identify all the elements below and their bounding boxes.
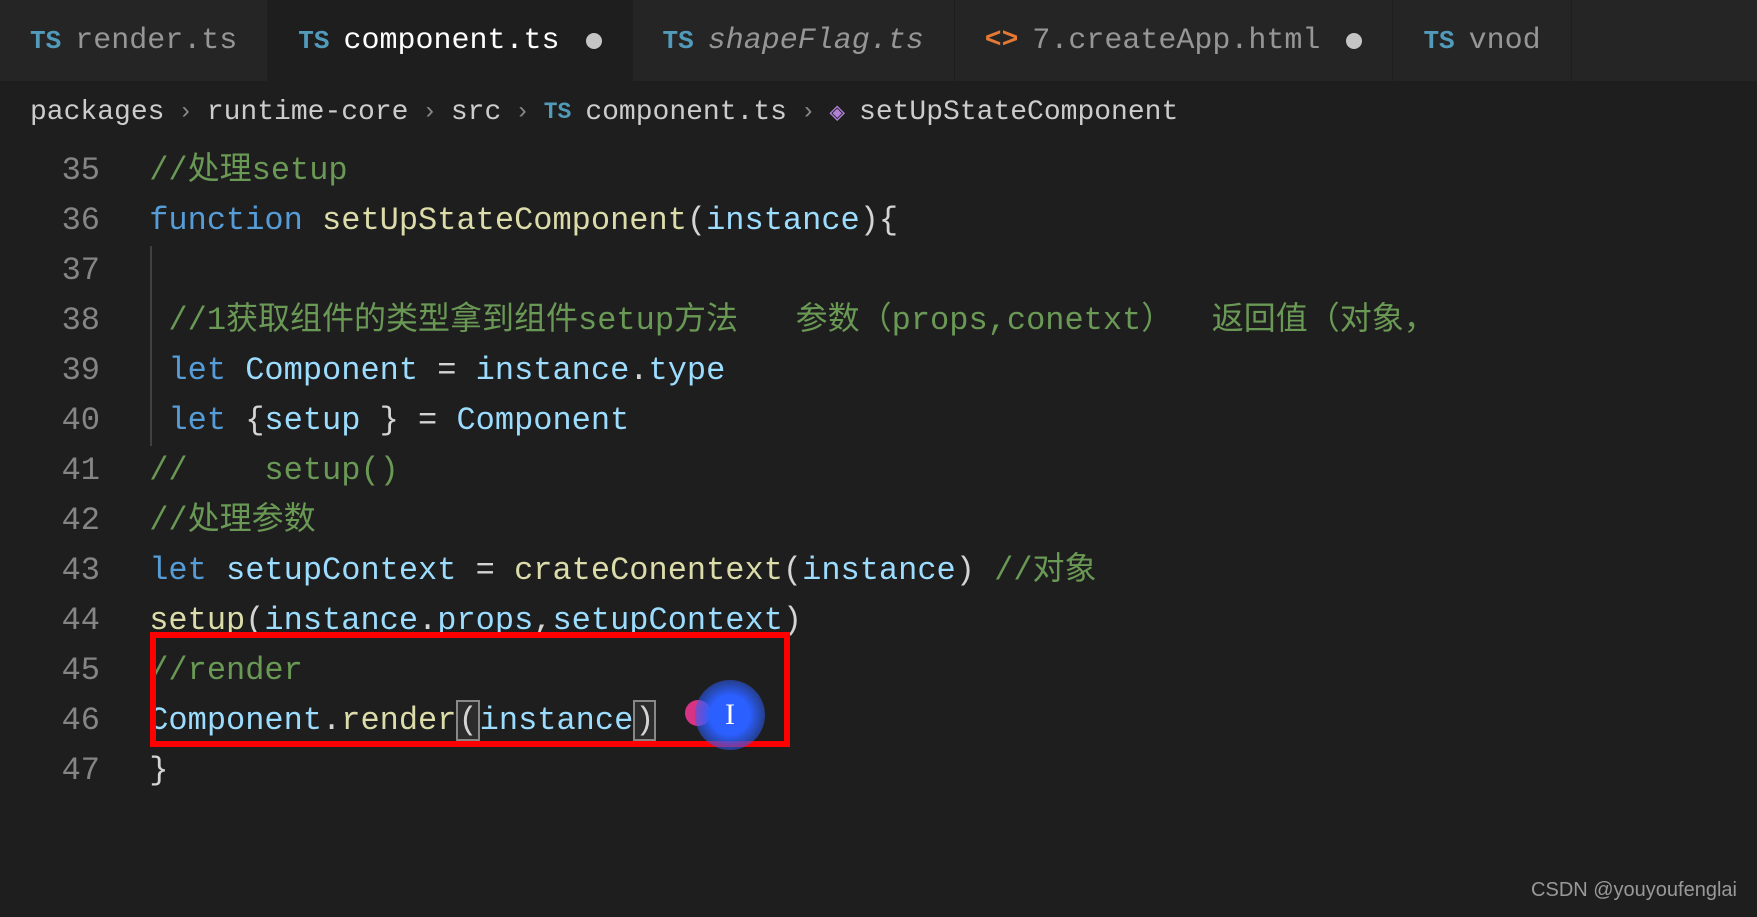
tab-label: shapeFlag.ts (708, 24, 924, 58)
tab-label: 7.createApp.html (1032, 24, 1320, 58)
code-line[interactable]: let {setup } = Component (130, 396, 1757, 446)
code-editor[interactable]: 35 36 37 38 39 40 41 42 43 44 45 46 47 /… (0, 142, 1757, 796)
tab-createapp[interactable]: <> 7.createApp.html (955, 0, 1394, 81)
ts-icon: TS (30, 26, 61, 56)
code-line[interactable]: Component.render(instance) (130, 696, 1757, 746)
dirty-indicator-icon (586, 33, 602, 49)
line-number: 43 (0, 546, 100, 596)
line-number: 36 (0, 196, 100, 246)
code-line[interactable]: // setup() (130, 446, 1757, 496)
line-number: 45 (0, 646, 100, 696)
tab-vnode[interactable]: TS vnod (1393, 0, 1571, 81)
code-line[interactable]: //处理setup (130, 146, 1757, 196)
ts-icon: TS (1423, 26, 1454, 56)
code-line[interactable]: setup(instance.props,setupContext) (130, 596, 1757, 646)
line-number: 47 (0, 746, 100, 796)
tab-bar: TS render.ts TS component.ts TS shapeFla… (0, 0, 1757, 82)
ts-icon: TS (298, 26, 329, 56)
tab-render[interactable]: TS render.ts (0, 0, 268, 81)
breadcrumb-file[interactable]: component.ts (585, 97, 787, 128)
tab-component[interactable]: TS component.ts (268, 0, 632, 81)
tab-shapeflag[interactable]: TS shapeFlag.ts (633, 0, 955, 81)
ts-icon: TS (544, 99, 572, 125)
line-number: 42 (0, 496, 100, 546)
chevron-right-icon: › (422, 99, 436, 126)
dirty-indicator-icon (1346, 33, 1362, 49)
breadcrumb-part[interactable]: src (451, 97, 501, 128)
chevron-right-icon: › (515, 99, 529, 126)
code-line[interactable]: //处理参数 (130, 496, 1757, 546)
chevron-right-icon: › (801, 99, 815, 126)
html-icon: <> (985, 25, 1019, 56)
tab-label: vnod (1469, 24, 1541, 58)
code-area[interactable]: //处理setup function setUpStateComponent(i… (130, 146, 1757, 796)
watermark: CSDN @youyoufenglai (1531, 879, 1737, 902)
code-line[interactable]: //1获取组件的类型拿到组件setup方法 参数（props,conetxt） … (130, 296, 1757, 346)
line-number: 40 (0, 396, 100, 446)
line-number: 39 (0, 346, 100, 396)
line-number: 41 (0, 446, 100, 496)
breadcrumb-part[interactable]: runtime-core (207, 97, 409, 128)
chevron-right-icon: › (178, 99, 192, 126)
tab-label: render.ts (75, 24, 237, 58)
code-line[interactable]: //render (130, 646, 1757, 696)
ts-icon: TS (663, 26, 694, 56)
code-line[interactable]: function setUpStateComponent(instance){ (130, 196, 1757, 246)
line-number: 44 (0, 596, 100, 646)
code-line[interactable] (130, 246, 1757, 296)
breadcrumb[interactable]: packages › runtime-core › src › TS compo… (0, 82, 1757, 142)
breadcrumb-symbol[interactable]: setUpStateComponent (859, 97, 1178, 128)
line-number: 38 (0, 296, 100, 346)
line-gutter: 35 36 37 38 39 40 41 42 43 44 45 46 47 (0, 146, 130, 796)
breadcrumb-part[interactable]: packages (30, 97, 164, 128)
code-line[interactable]: } (130, 746, 1757, 796)
code-line[interactable]: let Component = instance.type (130, 346, 1757, 396)
tab-label: component.ts (343, 24, 559, 58)
code-line[interactable]: let setupContext = crateConentext(instan… (130, 546, 1757, 596)
symbol-icon: ◈ (829, 97, 845, 128)
line-number: 46 (0, 696, 100, 746)
line-number: 35 (0, 146, 100, 196)
line-number: 37 (0, 246, 100, 296)
